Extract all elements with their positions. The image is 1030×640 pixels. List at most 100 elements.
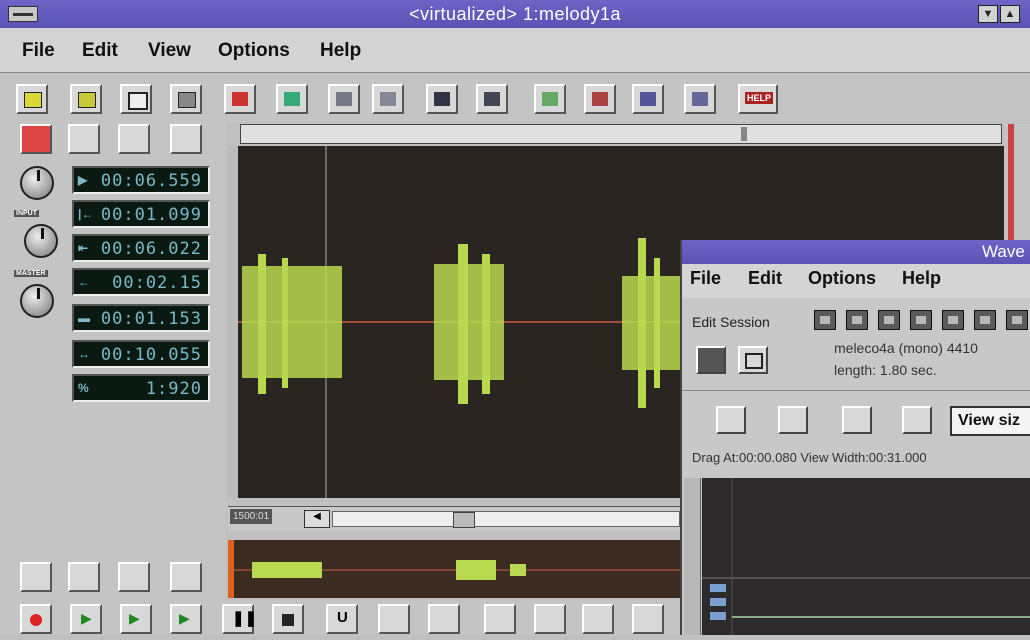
view-size-button[interactable]: View siz: [950, 406, 1030, 436]
wave-file-button[interactable]: [716, 406, 746, 434]
wave-window-menu-bar: File Edit Options Help: [682, 264, 1030, 298]
list-button[interactable]: [632, 604, 664, 634]
jump-in-button[interactable]: [118, 124, 150, 154]
zoom-in-button[interactable]: [20, 562, 52, 592]
tool-button-10[interactable]: [684, 84, 716, 114]
play-button[interactable]: ▶: [70, 604, 102, 634]
scroll-track[interactable]: [332, 511, 680, 528]
left-arrow-icon: ←: [78, 275, 90, 289]
close-file-button[interactable]: [120, 84, 152, 114]
wave-window[interactable]: Wave File Edit Options Help Edit Session…: [680, 240, 1030, 635]
tool-button-3[interactable]: [328, 84, 360, 114]
mark-button[interactable]: [378, 604, 410, 634]
mix-button[interactable]: [582, 604, 614, 634]
grid-button[interactable]: [68, 562, 100, 592]
wave-menu-options[interactable]: Options: [808, 268, 876, 289]
copy-button[interactable]: [484, 604, 516, 634]
text-tool-button[interactable]: [20, 124, 52, 154]
waveform-tool-icon: [232, 92, 248, 106]
display-value: 00:01.099: [100, 205, 202, 225]
tool-button-2[interactable]: [276, 84, 308, 114]
left-panel: INPUT MASTER ▶ 00:06.559 |← 00:01.099 ⇤ 00:…: [0, 122, 226, 635]
time-ruler[interactable]: [240, 124, 1002, 144]
wave-menu-file[interactable]: File: [690, 268, 721, 289]
folder-icon: [78, 92, 96, 108]
drag-status: Drag At:00:00.080 View Width:00:31.000: [692, 450, 927, 465]
region-button[interactable]: [428, 604, 460, 634]
minimize-button[interactable]: ▼: [978, 5, 998, 23]
wave-menu-edit[interactable]: Edit: [748, 268, 782, 289]
open-file-button[interactable]: [70, 84, 102, 114]
paste-button[interactable]: [534, 604, 566, 634]
tool-button-1[interactable]: [224, 84, 256, 114]
session-6-button[interactable]: [974, 310, 996, 330]
edit-session-label: Edit Session: [692, 314, 770, 330]
input-knob[interactable]: [20, 166, 54, 200]
overview-waveform[interactable]: [228, 540, 682, 598]
play-selection-button[interactable]: ▶: [120, 604, 152, 634]
wave-menu-help[interactable]: Help: [902, 268, 941, 289]
percent-icon: %: [78, 381, 89, 395]
pause-button[interactable]: ❚❚: [222, 604, 258, 634]
position-display: ▶ 00:06.559: [72, 166, 210, 194]
session-1-button[interactable]: [814, 310, 836, 330]
master-knob[interactable]: [24, 224, 58, 258]
spectrum-icon: [542, 92, 558, 106]
length-display: ▬ 00:01.153: [72, 304, 210, 332]
tool-button-6[interactable]: [476, 84, 508, 114]
file-info: meleco4a (mono) 4410: [834, 340, 978, 356]
play-icon: ▶: [81, 610, 92, 626]
tool-button-5[interactable]: [426, 84, 458, 114]
total-display: ↔ 00:10.055: [72, 340, 210, 368]
wave-help-button[interactable]: [902, 406, 932, 434]
ruler-marker[interactable]: [741, 127, 747, 141]
tool-button-7[interactable]: [534, 84, 566, 114]
wave-edit-button[interactable]: [842, 406, 872, 434]
display-value: 1:920: [145, 379, 202, 399]
scale-icon: [592, 92, 608, 106]
scroll-left-button[interactable]: ◀: [304, 510, 330, 528]
stop-button[interactable]: [272, 604, 304, 634]
tool-button-8[interactable]: [584, 84, 616, 114]
loop-button[interactable]: [170, 562, 202, 592]
stop-session-button[interactable]: [738, 346, 768, 374]
new-file-button[interactable]: [16, 84, 48, 114]
overview-zoom-label: 1500:01: [230, 509, 273, 524]
speed-knob[interactable]: [20, 284, 54, 318]
horizontal-scrollbar[interactable]: 1500:01 ◀: [228, 506, 682, 531]
vertical-scrollbar[interactable]: [1004, 124, 1030, 240]
tool-button-9[interactable]: [632, 84, 664, 114]
wave-window-vertical-scrollbar[interactable]: [684, 478, 701, 635]
session-7-button[interactable]: [1006, 310, 1028, 330]
marker-tool-button[interactable]: [68, 124, 100, 154]
tool-button-4[interactable]: [372, 84, 404, 114]
display-value: 00:02.15: [112, 273, 202, 293]
file-length: length: 1.80 sec.: [834, 362, 937, 378]
pause-icon: ❚❚: [232, 610, 258, 627]
menu-options[interactable]: Options: [218, 40, 290, 62]
left-edge: [228, 146, 238, 498]
wave-window-canvas[interactable]: [702, 478, 1030, 635]
session-3-button[interactable]: [878, 310, 900, 330]
jump-out-button[interactable]: [170, 124, 202, 154]
session-4-button[interactable]: [910, 310, 932, 330]
maximize-button[interactable]: ▲: [1000, 5, 1020, 23]
scroll-thumb[interactable]: [453, 512, 475, 528]
help-button[interactable]: HELP: [738, 84, 778, 114]
play-session-button[interactable]: [696, 346, 726, 374]
wave-list-button[interactable]: [778, 406, 808, 434]
loop-play-button[interactable]: U: [326, 604, 358, 634]
menu-help[interactable]: Help: [320, 40, 361, 62]
record-button[interactable]: [20, 604, 52, 634]
new-file-icon: [24, 92, 42, 108]
input-label: INPUT: [14, 210, 39, 217]
minus-icon: [434, 92, 450, 106]
play-to-end-button[interactable]: ▶: [170, 604, 202, 634]
session-2-button[interactable]: [846, 310, 868, 330]
menu-view[interactable]: View: [148, 40, 191, 62]
menu-file[interactable]: File: [22, 40, 55, 62]
cursor-button[interactable]: [118, 562, 150, 592]
save-button[interactable]: [170, 84, 202, 114]
menu-edit[interactable]: Edit: [82, 40, 118, 62]
session-5-button[interactable]: [942, 310, 964, 330]
